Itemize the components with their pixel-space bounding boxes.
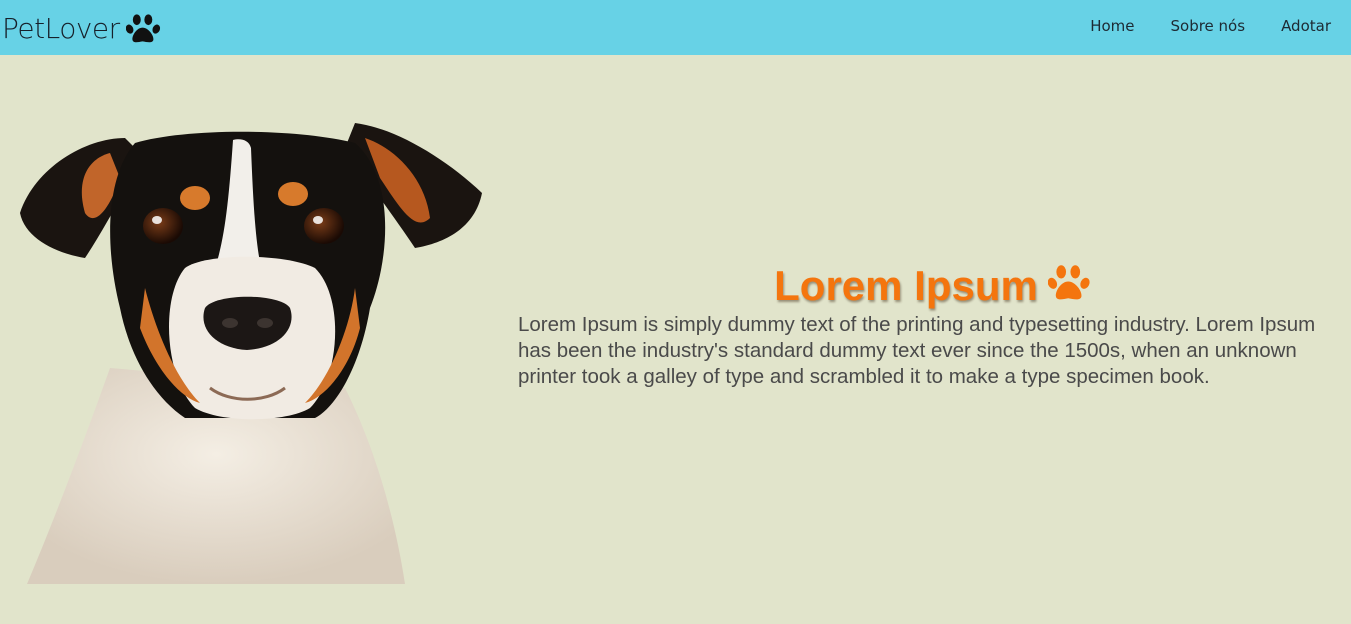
title-row: Lorem Ipsum <box>518 262 1338 310</box>
dog-photo <box>20 123 482 584</box>
brand-name: PetLover <box>2 11 120 45</box>
hero-content: Lorem Ipsum Lorem Ipsum is simply dummy … <box>518 262 1338 390</box>
paw-icon <box>1047 265 1090 300</box>
nav-sobre-nos[interactable]: Sobre nós <box>1171 17 1246 35</box>
hero-title: Lorem Ipsum <box>774 262 1038 309</box>
nav-adotar[interactable]: Adotar <box>1281 17 1331 35</box>
nav-home[interactable]: Home <box>1090 17 1134 35</box>
hero-text: Lorem Ipsum is simply dummy text of the … <box>518 313 1316 388</box>
nav-links: Home Sobre nós Adotar <box>1090 17 1331 35</box>
navbar: PetLover Home Sobre nós Adotar <box>0 0 1351 55</box>
brand-link[interactable]: PetLover <box>2 10 162 46</box>
paw-icon <box>125 14 160 43</box>
